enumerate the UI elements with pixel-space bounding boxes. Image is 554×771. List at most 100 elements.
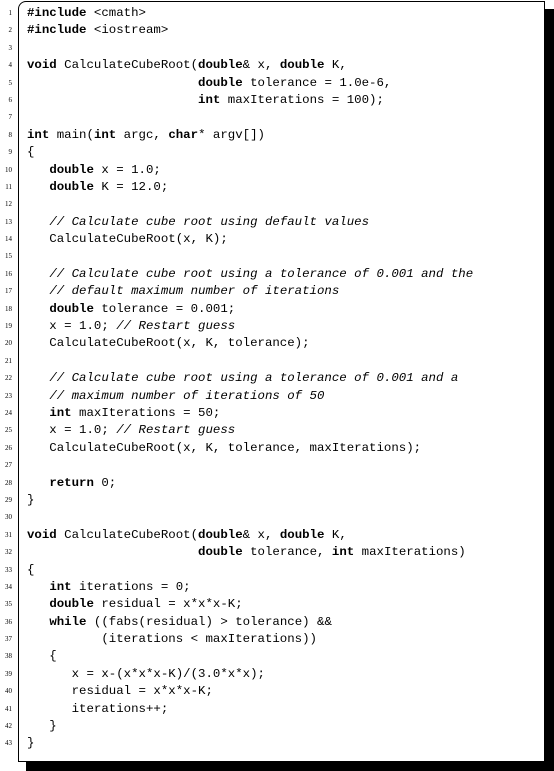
- line-number: 37: [5, 635, 12, 644]
- line-number: 36: [5, 617, 12, 626]
- code-text: {: [27, 562, 35, 577]
- line-number: 31: [5, 530, 12, 539]
- keyword: double: [198, 527, 243, 542]
- code-line: 5 double tolerance = 1.0e-6,: [0, 75, 554, 92]
- code-text: double x = 1.0;: [49, 162, 161, 177]
- code-line: 19 x = 1.0; // Restart guess: [0, 318, 554, 335]
- code-text: }: [27, 736, 35, 751]
- code-text: (iterations < maxIterations)): [27, 632, 317, 647]
- line-number: 20: [5, 339, 12, 348]
- code-line: 21: [0, 353, 554, 370]
- code-line: 42 }: [0, 718, 554, 735]
- code-line: 25 x = 1.0; // Restart guess: [0, 422, 554, 439]
- code-text: // Calculate cube root using a tolerance…: [27, 266, 473, 283]
- code-text: x = 1.0; // Restart guess: [27, 319, 236, 334]
- line-number: 6: [8, 95, 13, 104]
- code-line: 32 double tolerance, int maxIterations): [0, 544, 554, 561]
- code-text: CalculateCubeRoot(x, K, tolerance, maxIt…: [27, 440, 422, 455]
- keyword: return: [49, 475, 94, 490]
- code-text: int maxIterations = 50;: [49, 405, 221, 420]
- code-text: while ((fabs(residual) > tolerance) &&: [49, 614, 332, 629]
- code-text: double tolerance = 1.0e-6,: [198, 75, 392, 90]
- code-line: 29}: [0, 492, 554, 509]
- keyword: double: [198, 545, 243, 560]
- line-number: 10: [5, 165, 12, 174]
- code-line: 34 int iterations = 0;: [0, 579, 554, 596]
- keyword: void: [27, 58, 57, 73]
- keyword: int: [331, 545, 355, 560]
- line-number: 42: [5, 722, 12, 731]
- line-number: 32: [5, 548, 12, 557]
- line-number: 25: [5, 426, 12, 435]
- code-line: 3: [0, 40, 554, 57]
- code-text: {: [27, 649, 57, 664]
- code-text: int main(int argc, char* argv[]): [27, 127, 265, 142]
- keyword: int: [49, 405, 72, 420]
- code-text: void CalculateCubeRoot(double& x, double…: [27, 527, 347, 542]
- comment: // maximum number of iterations of 50: [49, 388, 325, 403]
- keyword: double: [49, 179, 94, 194]
- code-line: 31 void CalculateCubeRoot(double& x, doub…: [0, 527, 554, 544]
- code-line: 18 double tolerance = 0.001;: [0, 301, 554, 318]
- line-number: 21: [5, 356, 12, 365]
- code-line: 4 void CalculateCubeRoot(double& x, doubl…: [0, 57, 554, 74]
- line-number: 3: [8, 43, 13, 52]
- code-text: double K = 12.0;: [49, 179, 169, 194]
- keyword: char: [168, 127, 199, 142]
- code-text: void CalculateCubeRoot(double& x, double…: [27, 58, 347, 73]
- code-text: // default maximum number of iterations: [27, 283, 339, 300]
- line-number: 14: [5, 235, 12, 244]
- code-text: x = 1.0; // Restart guess: [27, 423, 236, 438]
- keyword: double: [49, 597, 94, 612]
- keyword: double: [198, 75, 243, 90]
- code-line: 11 double K = 12.0;: [0, 179, 554, 196]
- line-number: 11: [5, 182, 12, 191]
- line-number: 38: [5, 652, 12, 661]
- code-line: 36 while ((fabs(residual) > tolerance) &…: [0, 614, 554, 631]
- comment: // default maximum number of iterations: [49, 284, 340, 299]
- keyword: #include: [27, 23, 87, 38]
- line-number: 26: [5, 443, 12, 452]
- code-text: // Calculate cube root using a tolerance…: [27, 370, 458, 387]
- line-number: 8: [8, 130, 13, 139]
- line-number: 5: [8, 78, 13, 87]
- keyword: double: [279, 527, 325, 542]
- code-line: 33 {: [0, 562, 554, 579]
- code-line: 15: [0, 248, 554, 265]
- code-line: 39 x = x-(x*x*x-K)/(3.0*x*x);: [0, 666, 554, 683]
- code-line: 1 #include <cmath>: [0, 5, 554, 22]
- comment: // Calculate cube root using a tolerance…: [49, 371, 459, 386]
- code-line: 6 int maxIterations = 100);: [0, 92, 554, 109]
- code-line: 37 (iterations < maxIterations)): [0, 631, 554, 648]
- code-text: double residual = x*x*x-K;: [49, 597, 243, 612]
- line-number: 34: [5, 582, 12, 591]
- code-text: // Calculate cube root using default val…: [27, 214, 369, 231]
- code-line: 40 residual = x*x*x-K;: [0, 683, 554, 700]
- code-text: double tolerance, int maxIterations): [198, 545, 466, 560]
- code-line: 24 int maxIterations = 50;: [0, 405, 554, 422]
- line-number: 4: [8, 61, 13, 70]
- line-number: 15: [5, 252, 12, 261]
- line-number: 18: [5, 304, 12, 313]
- code-line: 17 // default maximum number of iteratio…: [0, 283, 554, 300]
- code-line: 43}: [0, 735, 554, 752]
- code-text: iterations++;: [27, 701, 169, 716]
- keyword: double: [198, 58, 243, 73]
- line-number: 9: [8, 148, 13, 157]
- line-number: 24: [5, 408, 12, 417]
- code-line: 35 double residual = x*x*x-K;: [0, 596, 554, 613]
- code-line: 26 CalculateCubeRoot(x, K, tolerance, ma…: [0, 440, 554, 457]
- code-line: 14 CalculateCubeRoot(x, K);: [0, 231, 554, 248]
- code-line: 16 // Calculate cube root using a tolera…: [0, 266, 554, 283]
- keyword: double: [49, 162, 94, 177]
- code-line: 28 return 0;: [0, 475, 554, 492]
- line-number: 39: [5, 669, 12, 678]
- line-number: 19: [5, 322, 12, 331]
- line-number: 2: [8, 26, 13, 35]
- line-number: 17: [5, 287, 12, 296]
- code-text: // maximum number of iterations of 50: [27, 388, 324, 405]
- code-line: 23 // maximum number of iterations of 50: [0, 388, 554, 405]
- code-text: CalculateCubeRoot(x, K, tolerance);: [27, 336, 310, 351]
- code-text: double tolerance = 0.001;: [49, 301, 236, 316]
- line-number: 13: [5, 217, 12, 226]
